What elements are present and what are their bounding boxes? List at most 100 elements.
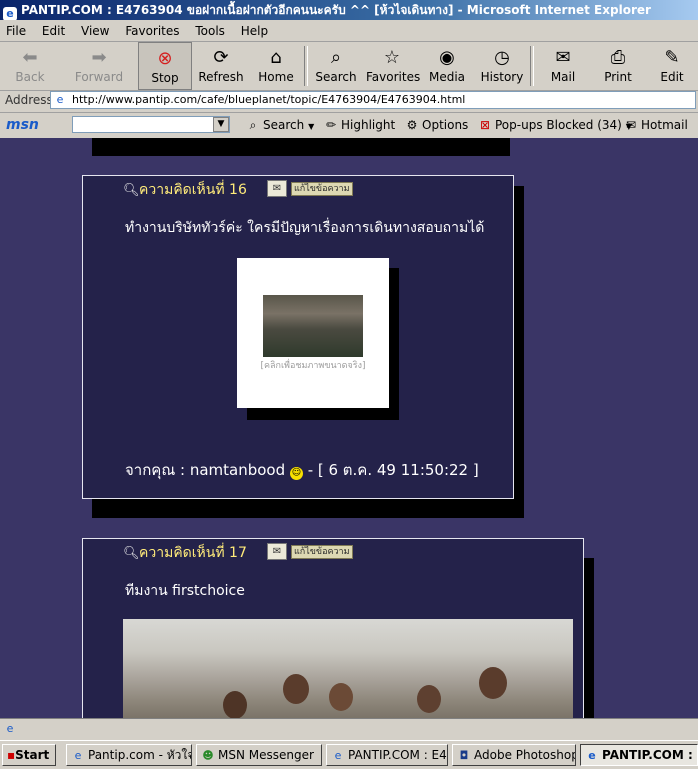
- print-label: Print: [604, 70, 632, 84]
- smiley-icon: ☺: [289, 467, 303, 480]
- msn-messenger-icon: ☻: [202, 749, 214, 762]
- stop-label: Stop: [151, 71, 179, 85]
- comment-card: 🔍︎ความคิดเห็นที่ 16 ✉ แก้ไขข้อความ ทำงาน…: [82, 175, 514, 499]
- mail-icon: ✉: [555, 47, 571, 68]
- media-label: Media: [428, 70, 466, 84]
- popups-blocked-button[interactable]: ⊠ Pop-ups Blocked (34) ▼: [478, 117, 632, 135]
- taskbar-item-label: PANTIP.COM : E4...: [348, 748, 448, 762]
- menu-tools[interactable]: Tools: [189, 21, 231, 41]
- comment-text: ทีมงาน firstchoice: [125, 583, 245, 599]
- magnifier-icon: 🔍︎: [123, 546, 140, 561]
- highlight-label: Highlight: [341, 118, 396, 132]
- options-icon: ⚙: [406, 118, 418, 132]
- menu-edit[interactable]: Edit: [36, 21, 71, 41]
- media-icon: ◉: [439, 47, 455, 68]
- refresh-icon: ⟳: [213, 47, 229, 68]
- ie-icon: e: [74, 749, 82, 762]
- taskbar-item-label: Adobe Photoshop: [474, 748, 576, 762]
- comment-text: ทำงานบริษัททัวร์ค่ะ ใครมีปัญหาเรื่องการเ…: [125, 220, 485, 236]
- taskbar-item[interactable]: e Pantip.com - หัวใจเ...: [66, 744, 192, 766]
- person-head: [417, 685, 441, 713]
- edit-comment-button[interactable]: แก้ไขข้อความ: [291, 545, 353, 559]
- mail-button[interactable]: ✉ Mail: [538, 42, 588, 90]
- edit-button[interactable]: ✎ Edit: [650, 42, 694, 90]
- menu-favorites[interactable]: Favorites: [119, 21, 185, 41]
- menu-view[interactable]: View: [75, 21, 115, 41]
- search-icon: ⌕: [330, 47, 342, 68]
- windows-logo-icon: ▪: [7, 748, 16, 762]
- search-icon: ⌕: [249, 118, 257, 132]
- stop-icon: ⊗: [157, 48, 173, 69]
- taskbar-item-active[interactable]: e PANTIP.COM : ...: [580, 744, 698, 766]
- home-button[interactable]: ⌂ Home: [254, 42, 298, 90]
- chevron-down-icon[interactable]: ▼: [213, 117, 229, 132]
- ie-icon: e: [334, 749, 342, 762]
- team-photo[interactable]: [123, 619, 573, 718]
- start-button[interactable]: ▪Start: [2, 744, 56, 766]
- photoshop-icon: ◘: [459, 749, 469, 762]
- menu-help[interactable]: Help: [235, 21, 274, 41]
- back-button[interactable]: ⬅ Back: [6, 42, 54, 90]
- taskbar-item[interactable]: ◘ Adobe Photoshop: [452, 744, 576, 766]
- media-button[interactable]: ◉ Media: [424, 42, 470, 90]
- photo-caption[interactable]: [คลิกเพื่อชมภาพขนาดจริง]: [237, 358, 389, 372]
- back-label: Back: [15, 70, 45, 84]
- forward-arrow-icon: ➡: [91, 47, 107, 68]
- history-label: History: [480, 70, 524, 84]
- start-label: Start: [15, 748, 50, 762]
- refresh-button[interactable]: ⟳ Refresh: [196, 42, 246, 90]
- print-icon: ⎙: [610, 47, 626, 68]
- taskbar-item-label: MSN Messenger: [218, 748, 314, 762]
- page-content: 🔍︎ ความคิดเห็นที่ 16 ✉ แก้ไขข้อความ ทำงาน…: [0, 138, 698, 718]
- highlight-icon: ✏: [325, 118, 337, 132]
- menu-bar: File Edit View Favorites Tools Help: [0, 21, 698, 42]
- highlight-button[interactable]: ✏ Highlight: [324, 117, 395, 133]
- history-button[interactable]: ◷ History: [478, 42, 526, 90]
- home-label: Home: [258, 70, 294, 84]
- group-photo-thumbnail[interactable]: [263, 295, 363, 357]
- options-button[interactable]: ⚙ Options: [405, 117, 469, 133]
- comment-footer: จากคุณ : namtanbood ☺ - [ 6 ต.ค. 49 11:5…: [125, 458, 479, 482]
- reply-icon[interactable]: ✉: [267, 180, 287, 197]
- comment-number: ความคิดเห็นที่ 16: [139, 182, 247, 198]
- taskbar-item-label: Pantip.com - หัวใจเ...: [88, 748, 192, 762]
- history-icon: ◷: [494, 47, 510, 68]
- previous-card-shadow: [92, 138, 510, 156]
- back-arrow-icon: ⬅: [22, 47, 38, 68]
- msn-search-input[interactable]: [72, 116, 230, 133]
- taskbar-item-label: PANTIP.COM : ...: [602, 748, 697, 762]
- toolbar-separator: [530, 46, 534, 86]
- taskbar: ▪Start e Pantip.com - หัวใจเ... ☻ MSN Mess…: [0, 740, 698, 769]
- favorites-icon: ☆: [383, 47, 401, 68]
- comment-author: จากคุณ : namtanbood: [125, 461, 286, 479]
- page-icon: e: [56, 93, 64, 106]
- taskbar-item[interactable]: ☻ MSN Messenger: [196, 744, 322, 766]
- search-button[interactable]: ⌕ Search: [312, 42, 360, 90]
- mail-icon: ✉: [625, 118, 637, 132]
- stop-button[interactable]: ⊗ Stop: [138, 42, 192, 90]
- msn-toolbar: msn ▼ ⌕ Search ▼ ✏ Highlight ⚙ Options ⊠ Pop…: [0, 113, 698, 137]
- photo-frame: [คลิกเพื่อชมภาพขนาดจริง]: [237, 258, 389, 408]
- address-url: http://www.pantip.com/cafe/blueplanet/to…: [72, 93, 466, 106]
- ie-icon: e: [588, 749, 596, 762]
- options-label: Options: [422, 118, 469, 132]
- address-label: Address: [5, 93, 53, 107]
- person-head: [283, 674, 309, 704]
- msn-logo[interactable]: msn: [6, 117, 39, 133]
- favorites-button[interactable]: ☆ Favorites: [366, 42, 420, 90]
- taskbar-item[interactable]: e PANTIP.COM : E4...: [326, 744, 448, 766]
- comment-heading: 🔍︎ความคิดเห็นที่ 17: [123, 543, 247, 564]
- print-button[interactable]: ⎙ Print: [596, 42, 640, 90]
- forward-button[interactable]: ➡ Forward: [70, 42, 128, 90]
- toolbar-separator: [304, 46, 308, 86]
- address-input[interactable]: e http://www.pantip.com/cafe/blueplanet/…: [50, 91, 696, 109]
- edit-comment-button[interactable]: แก้ไขข้อความ: [291, 182, 353, 196]
- hotmail-button[interactable]: ✉ Hotmail: [624, 117, 688, 133]
- reply-icon[interactable]: ✉: [267, 543, 287, 560]
- person-head: [329, 683, 353, 711]
- msn-search-button[interactable]: ⌕ Search ▼: [246, 117, 315, 135]
- refresh-label: Refresh: [198, 70, 244, 84]
- person-head: [479, 667, 507, 699]
- address-bar: Address e http://www.pantip.com/cafe/blu…: [0, 90, 698, 113]
- menu-file[interactable]: File: [0, 21, 32, 41]
